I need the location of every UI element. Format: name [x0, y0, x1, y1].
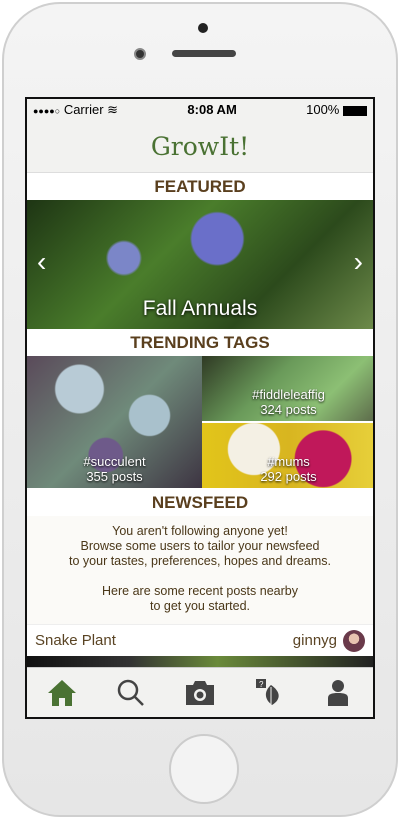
tag-tile-fiddleleaffig[interactable]: #fiddleleaffig 324 posts — [202, 356, 373, 421]
search-icon — [117, 679, 144, 706]
front-camera — [134, 48, 146, 60]
carrier: Carrier — [63, 101, 104, 117]
post-username[interactable]: ginnyg — [293, 631, 337, 648]
clock: 8:08 AM — [187, 102, 237, 117]
tag-tile-mums[interactable]: #mums 292 posts — [202, 423, 373, 488]
earpiece — [172, 50, 236, 57]
tab-profile[interactable] — [318, 675, 358, 711]
screen: ●●●●○ Carrier ≋ 8:08 AM 100% GrowIt! FEA… — [25, 97, 375, 719]
chevron-left-icon[interactable]: ‹ — [37, 246, 46, 278]
avatar[interactable] — [343, 629, 365, 652]
battery-icon — [342, 105, 367, 116]
wifi-icon: ≋ — [107, 101, 119, 117]
front-sensor — [198, 23, 208, 33]
home-button[interactable] — [169, 734, 239, 804]
svg-text:?: ? — [259, 680, 264, 689]
plant-help-icon: ? — [256, 678, 279, 708]
battery-percent: 100% — [306, 102, 340, 117]
status-bar: ●●●●○ Carrier ≋ 8:08 AM 100% — [27, 99, 373, 120]
tab-search[interactable] — [111, 675, 151, 711]
newsfeed-empty-message: You aren't following anyone yet! Browse … — [27, 516, 373, 624]
camera-icon — [185, 680, 214, 705]
tab-bar: ? — [27, 667, 373, 717]
post-title[interactable]: Snake Plant — [35, 632, 116, 649]
home-icon — [47, 679, 76, 706]
profile-icon — [328, 679, 349, 706]
featured-heading: FEATURED — [27, 173, 373, 200]
featured-carousel[interactable]: ‹ › Fall Annuals — [27, 200, 373, 329]
trending-grid: #succulent 355 posts #fiddleleaffig 324 po… — [27, 356, 373, 486]
tab-camera[interactable] — [180, 675, 220, 711]
tab-home[interactable] — [42, 675, 82, 711]
tab-plant-help[interactable]: ? — [249, 675, 289, 711]
trending-heading: TRENDING TAGS — [27, 329, 373, 356]
featured-caption: Fall Annuals — [142, 297, 258, 320]
app-title: GrowIt! — [27, 120, 373, 173]
chevron-right-icon[interactable]: › — [354, 246, 363, 278]
newsfeed-heading: NEWSFEED — [27, 489, 373, 516]
post-header[interactable]: Snake Plant ginnyg — [27, 624, 373, 656]
tag-tile-succulent[interactable]: #succulent 355 posts — [27, 356, 202, 488]
signal-icon: ●●●●○ — [33, 105, 61, 116]
post-image[interactable] — [27, 656, 373, 667]
